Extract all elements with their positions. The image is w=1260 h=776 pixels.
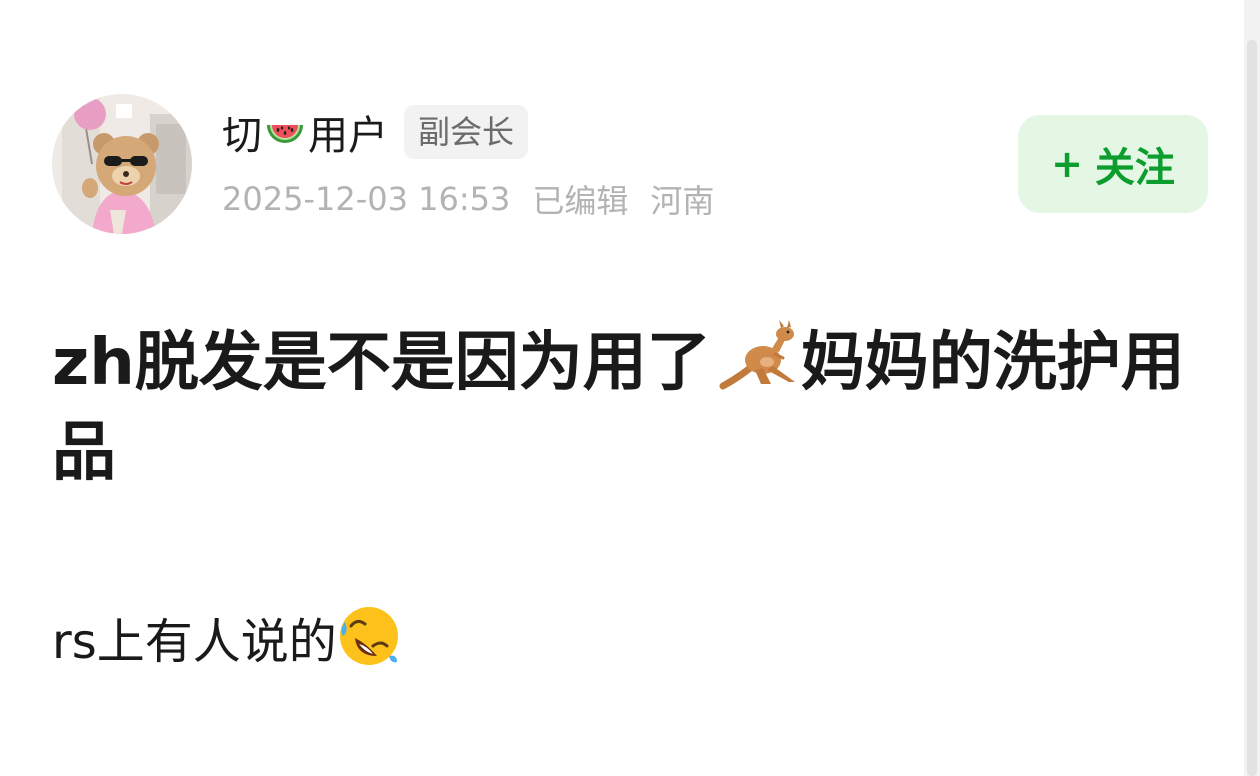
location-label: 河南 bbox=[650, 182, 715, 220]
watermelon-icon bbox=[264, 111, 306, 153]
follow-button-label: 关注 bbox=[1094, 145, 1175, 191]
edited-label: 已编辑 bbox=[532, 182, 629, 220]
username[interactable]: 切 用户 bbox=[222, 103, 388, 161]
post-title: zh脱发是不是因为用了 妈妈的洗护用品 bbox=[52, 318, 1202, 498]
post-header: 切 用户 副会长 2025-12-03 16:53 已编辑 河南 + 关注 bbox=[52, 94, 1212, 234]
kangaroo-icon bbox=[711, 320, 801, 390]
follow-button[interactable]: + 关注 bbox=[1018, 115, 1208, 213]
scrollbar-thumb[interactable] bbox=[1247, 40, 1257, 776]
username-text-start[interactable]: 切 bbox=[222, 103, 262, 161]
role-badge: 副会长 bbox=[404, 105, 529, 159]
username-row: 切 用户 副会长 bbox=[222, 103, 529, 161]
avatar-image bbox=[52, 94, 192, 234]
avatar[interactable] bbox=[52, 94, 192, 234]
rolling-laughing-icon bbox=[337, 604, 401, 668]
post-timestamp: 2025-12-03 16:53 bbox=[222, 180, 511, 218]
post-body: rs上有人说的 bbox=[52, 604, 401, 678]
post-body-text: rs上有人说的 bbox=[52, 614, 337, 670]
post-meta: 2025-12-03 16:53 已编辑 河南 bbox=[222, 176, 736, 222]
plus-icon: + bbox=[1051, 142, 1083, 186]
username-text-end[interactable]: 用户 bbox=[308, 103, 388, 161]
post-title-text-start: zh脱发是不是因为用了 bbox=[52, 326, 711, 400]
